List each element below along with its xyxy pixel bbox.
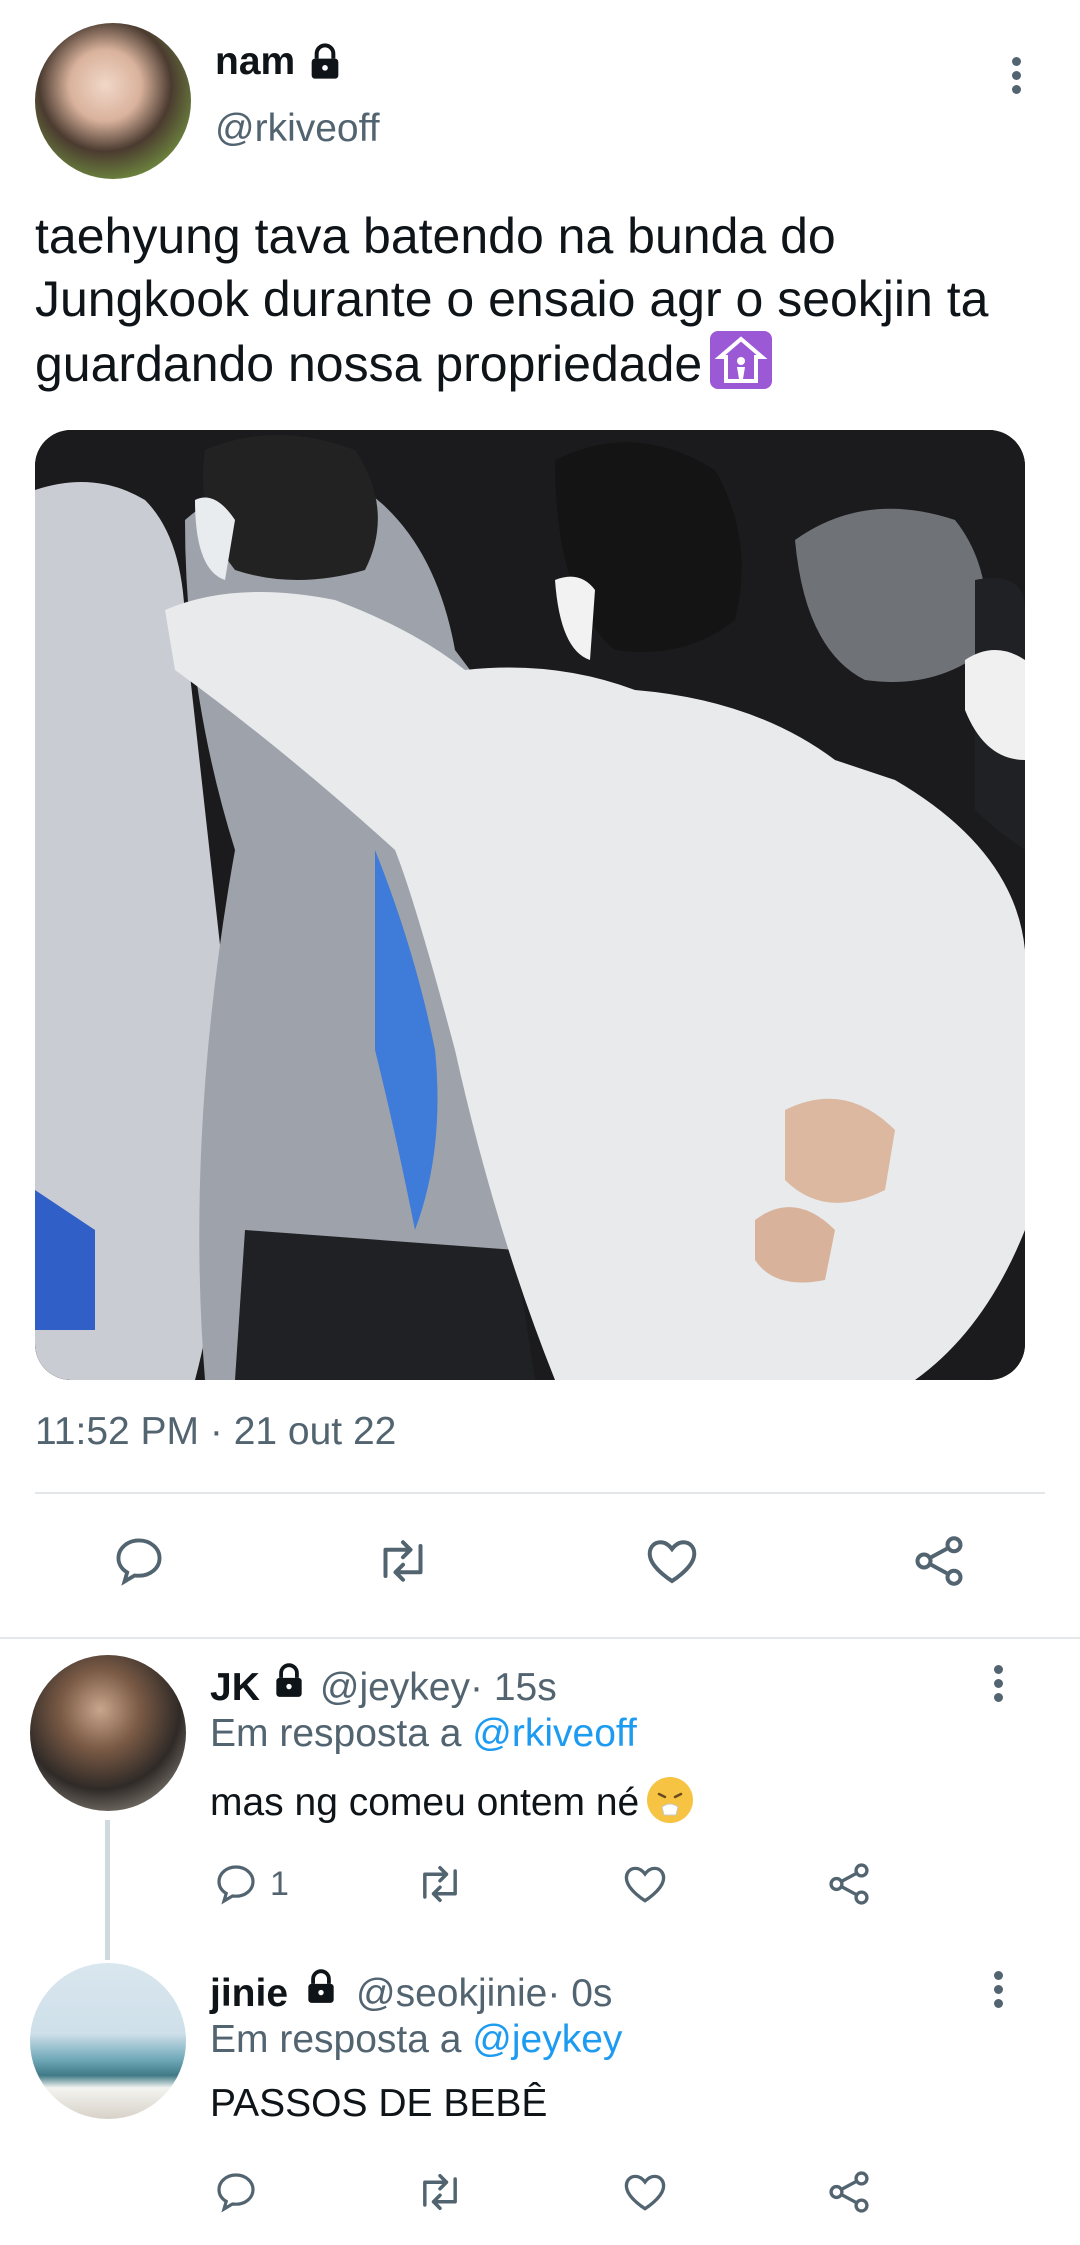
like-icon (620, 2167, 670, 2217)
reply-icon (212, 2168, 260, 2216)
author-name[interactable]: nam (215, 40, 295, 84)
reply-context-prefix: Em resposta a (210, 2018, 473, 2061)
like-icon (620, 1859, 670, 1909)
share-button[interactable] (824, 2164, 874, 2220)
reply-count: 1 (270, 1864, 289, 1903)
like-button[interactable] (620, 2164, 670, 2220)
retweet-button[interactable] (414, 2164, 466, 2220)
share-icon (824, 2167, 874, 2217)
retweet-button[interactable] (372, 1530, 434, 1592)
tweet-timestamp[interactable]: 11:52 PM · 21 out 22 (35, 1410, 396, 1454)
lock-icon (302, 1968, 340, 2006)
like-icon (642, 1531, 702, 1591)
divider (0, 1637, 1080, 1639)
reply-icon (110, 1532, 168, 1590)
reply-to-mention[interactable]: @rkiveoff (472, 1712, 637, 1755)
more-icon[interactable] (1006, 52, 1026, 102)
reply-time: · 15s (470, 1666, 557, 1709)
reply-text-body: mas ng comeu ontem né (210, 1781, 640, 1824)
lock-icon (270, 1662, 308, 1700)
reply-author-row[interactable]: JK @jeykey · 15s (210, 1662, 557, 1710)
more-icon[interactable] (988, 1966, 1008, 2016)
share-button[interactable] (824, 1856, 874, 1912)
more-icon[interactable] (988, 1660, 1008, 1710)
retweet-button[interactable] (414, 1856, 466, 1912)
avatar[interactable] (30, 1963, 186, 2119)
reply-author-name[interactable]: JK (210, 1666, 260, 1710)
author-name-row[interactable]: nam (215, 40, 345, 84)
author-handle[interactable]: @rkiveoff (215, 107, 380, 151)
divider (35, 1492, 1045, 1494)
like-button[interactable] (641, 1530, 703, 1592)
tweet-image[interactable] (35, 430, 1025, 1380)
share-icon (824, 1859, 874, 1909)
reply-context-prefix: Em resposta a (210, 1712, 473, 1755)
retweet-icon (373, 1531, 433, 1591)
retweet-icon (414, 1858, 466, 1910)
reply-text: mas ng comeu ontem né (210, 1777, 694, 1825)
sneezing-face-emoji-icon (647, 1777, 694, 1823)
reply-author-row[interactable]: jinie @seokjinie · 0s (210, 1968, 612, 2016)
reply-button[interactable]: 1 (212, 1856, 289, 1912)
tweet-action-bar (0, 1530, 1080, 1600)
retweet-icon (414, 2166, 466, 2218)
reply-action-bar: 1 (0, 1856, 1080, 1916)
reply-context: Em resposta a @jeykey (210, 2018, 622, 2062)
reply-context: Em resposta a @rkiveoff (210, 1712, 637, 1756)
reply-button[interactable] (108, 1530, 170, 1592)
lock-icon (305, 42, 345, 82)
house-emoji-icon (710, 331, 773, 389)
tweet-text: taehyung tava batendo na bunda do Jungko… (35, 205, 1045, 396)
avatar[interactable] (30, 1655, 186, 1811)
reply-action-bar (0, 2164, 1080, 2224)
avatar[interactable] (35, 23, 191, 179)
reply-text: PASSOS DE BEBÊ (210, 2082, 548, 2125)
share-button[interactable] (908, 1530, 970, 1592)
reply-author-handle[interactable]: @seokjinie (356, 1972, 547, 2016)
reply-button[interactable] (212, 2164, 260, 2220)
reply-author-handle[interactable]: @jeykey (320, 1666, 470, 1710)
reply-author-name[interactable]: jinie (210, 1972, 288, 2016)
reply-to-mention[interactable]: @jeykey (472, 2018, 622, 2061)
tweet-text-body: taehyung tava batendo na bunda do Jungko… (35, 208, 989, 392)
reply-icon (212, 1860, 260, 1908)
like-button[interactable] (620, 1856, 670, 1912)
share-icon (909, 1531, 969, 1591)
reply-time: · 0s (547, 1972, 613, 2015)
